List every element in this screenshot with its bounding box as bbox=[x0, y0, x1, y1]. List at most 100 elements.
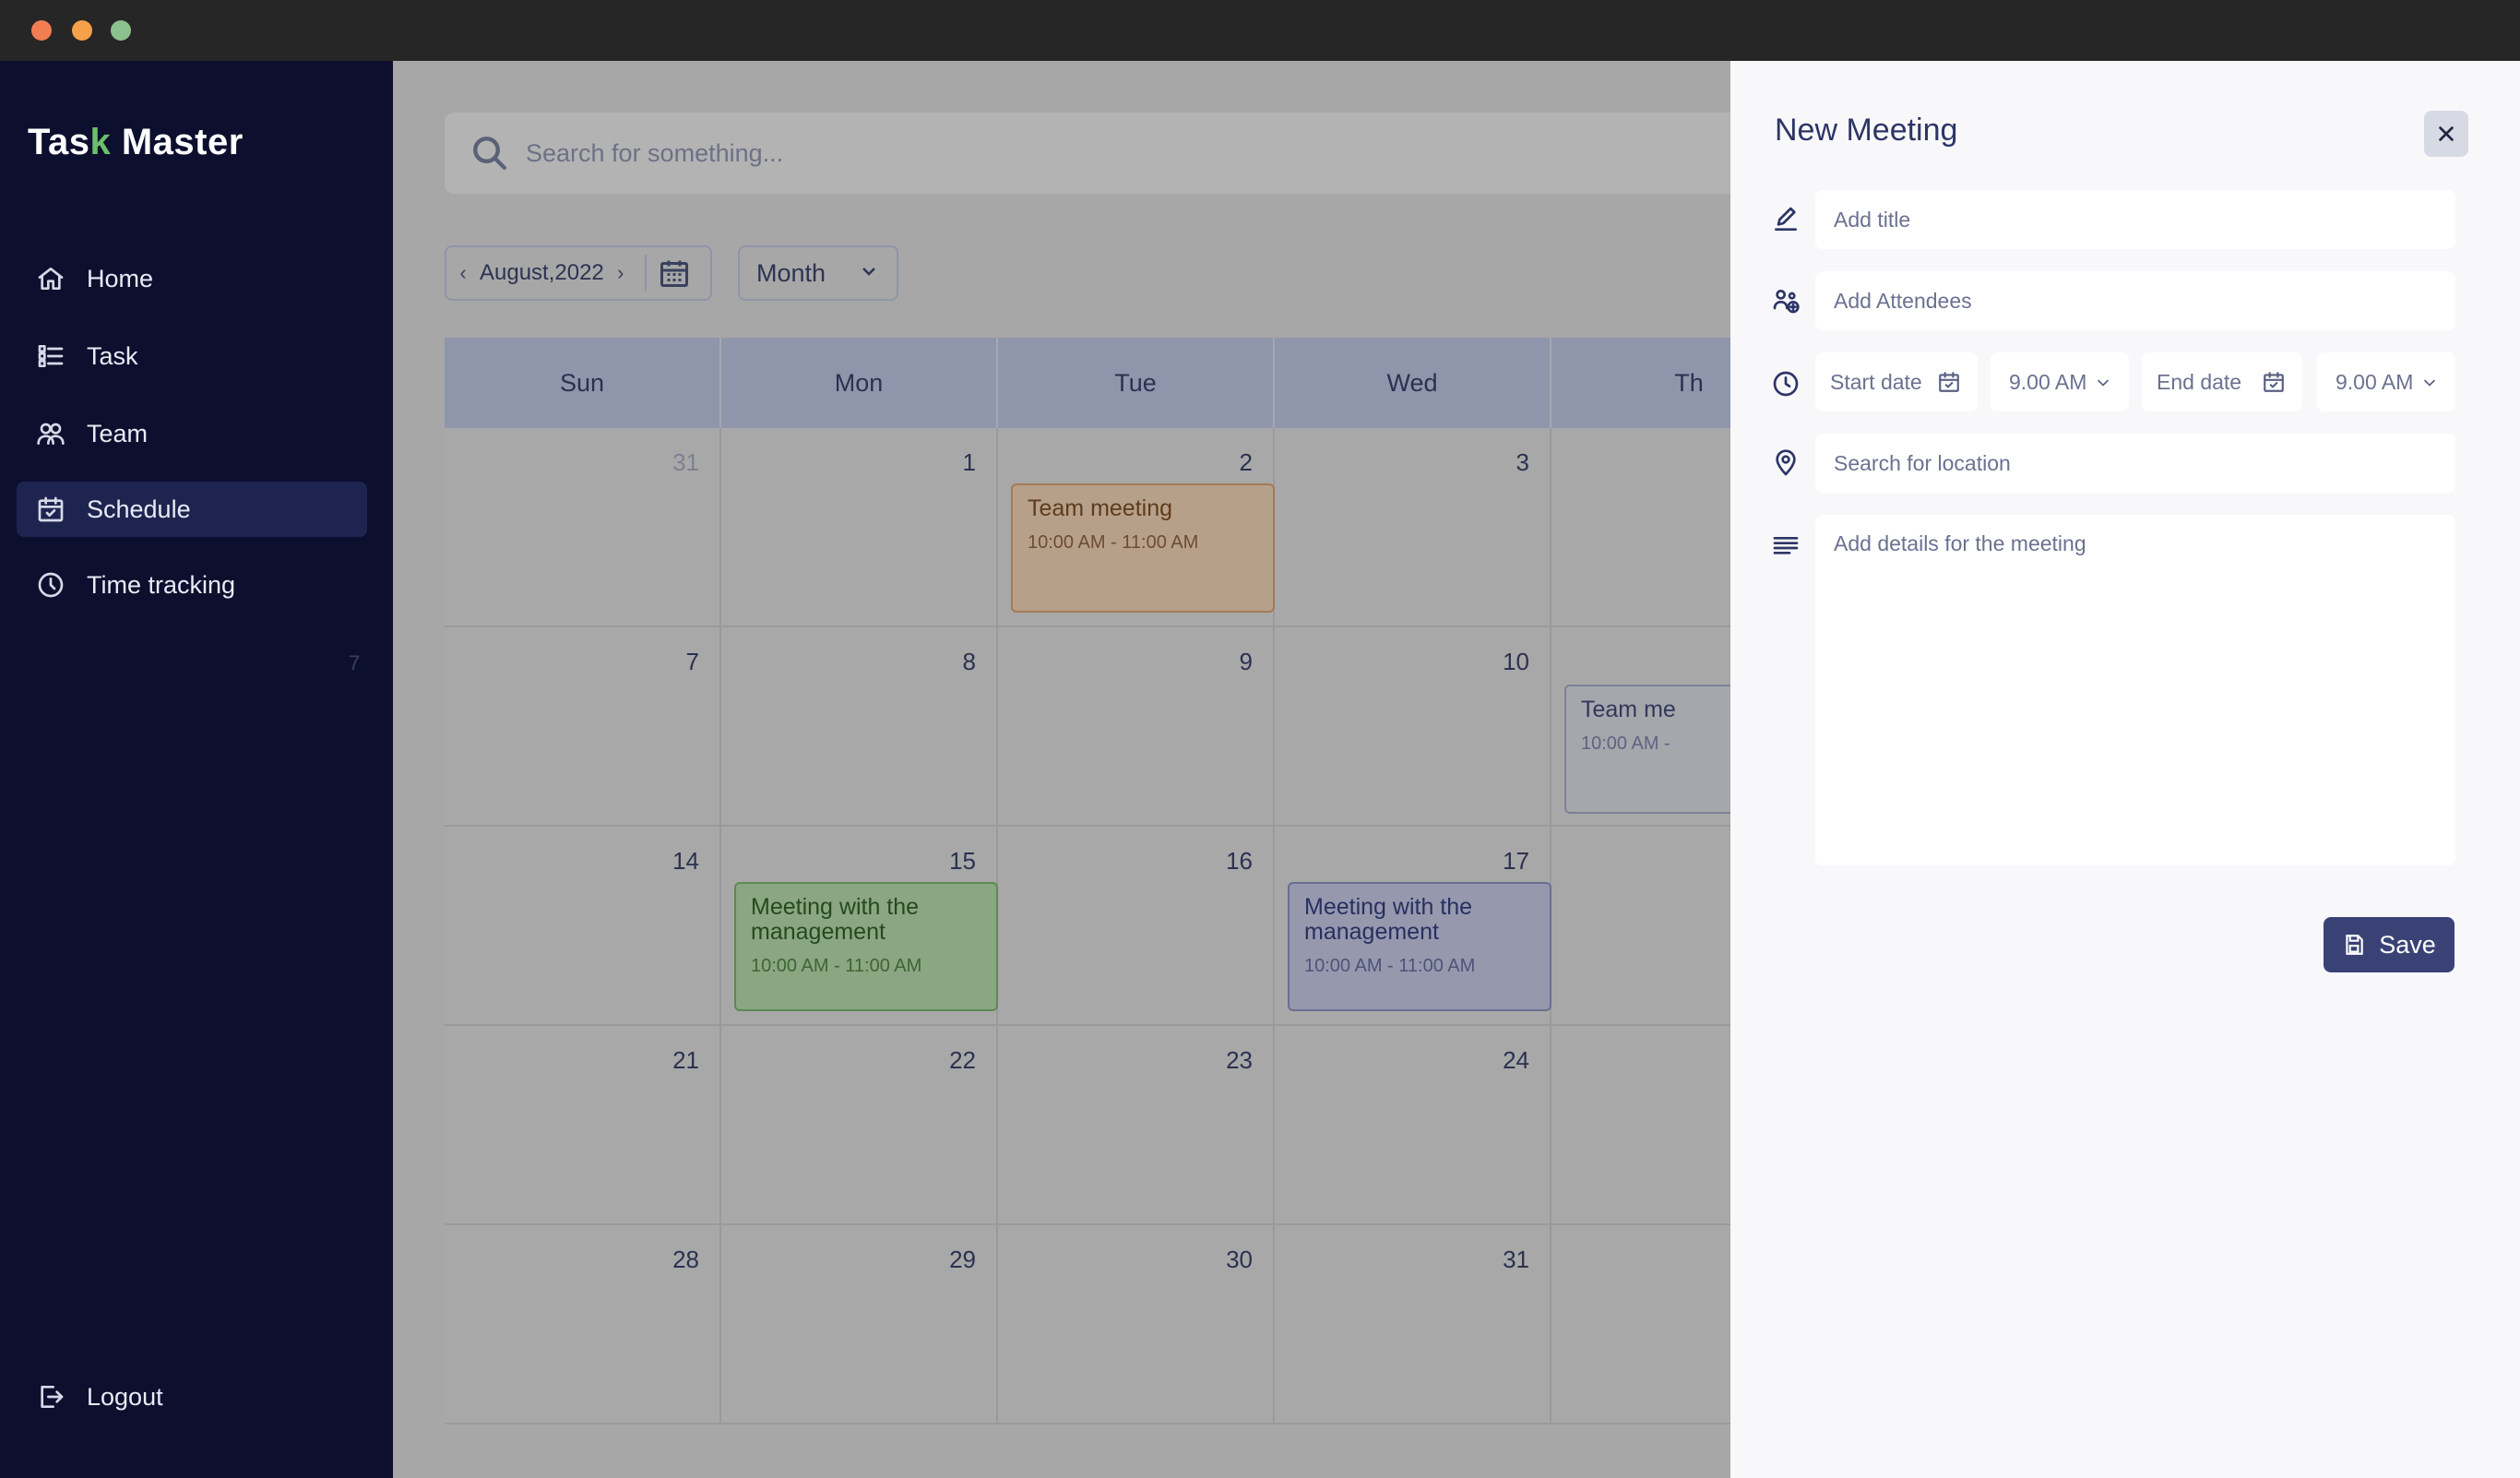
day-number: 14 bbox=[672, 847, 699, 875]
start-date-placeholder: Start date bbox=[1830, 369, 1922, 394]
calendar-grid: Sun Mon Tue Wed Th 31 1 2 Team meeting 1… bbox=[445, 338, 1730, 1424]
calendar-day[interactable]: 28 bbox=[445, 1225, 721, 1423]
close-icon bbox=[2439, 126, 2454, 141]
close-window-dot[interactable] bbox=[31, 20, 52, 41]
end-time-value: 9.00 AM bbox=[2336, 369, 2414, 394]
prev-month-button[interactable]: ‹ bbox=[446, 261, 480, 285]
save-label: Save bbox=[2379, 930, 2436, 959]
team-icon bbox=[35, 418, 66, 449]
calendar-day[interactable]: 29 bbox=[721, 1225, 998, 1423]
view-select[interactable]: Month bbox=[738, 245, 898, 301]
sidebar-item-task[interactable]: Task bbox=[17, 328, 367, 384]
calendar-day[interactable] bbox=[1551, 1026, 1730, 1223]
event-time: 10:00 AM - 11:00 AM bbox=[751, 956, 922, 976]
calendar-day[interactable]: 9 bbox=[998, 627, 1275, 825]
text-lines-icon bbox=[1771, 530, 1801, 559]
clock-icon bbox=[35, 569, 66, 601]
chevron-down-icon bbox=[858, 260, 880, 282]
start-date-field[interactable]: Start date bbox=[1815, 352, 1978, 411]
weekday-wed: Wed bbox=[1275, 338, 1551, 428]
day-number: 8 bbox=[962, 648, 976, 675]
calendar-day[interactable]: 14 bbox=[445, 827, 721, 1024]
calendar-day[interactable]: 30 bbox=[998, 1225, 1275, 1423]
calendar-body: 31 1 2 Team meeting 10:00 AM - 11:00 AM … bbox=[445, 428, 1730, 1424]
panel-title: New Meeting bbox=[1775, 113, 1958, 148]
event-team-meeting[interactable]: Team me 10:00 AM - bbox=[1564, 685, 1730, 814]
event-title: Meeting with the management bbox=[1304, 894, 1473, 945]
save-button[interactable]: Save bbox=[2324, 917, 2455, 972]
calendar-day[interactable]: 16 bbox=[998, 827, 1275, 1024]
sidebar-item-home[interactable]: Home bbox=[17, 251, 367, 306]
calendar-day[interactable]: 2 Team meeting 10:00 AM - 11:00 AM bbox=[998, 428, 1275, 626]
maximize-window-dot[interactable] bbox=[111, 20, 131, 41]
calendar-day[interactable] bbox=[1551, 1225, 1730, 1423]
calendar-day[interactable]: Team me 10:00 AM - bbox=[1551, 627, 1730, 825]
calendar-day[interactable]: 17 Meeting with the management 10:00 AM … bbox=[1275, 827, 1551, 1024]
day-number: 22 bbox=[949, 1046, 976, 1074]
day-number: 28 bbox=[672, 1246, 699, 1273]
details-textarea[interactable]: Add details for the meeting bbox=[1815, 515, 2455, 865]
calendar-day[interactable] bbox=[1551, 827, 1730, 1024]
calendar-day[interactable]: 22 bbox=[721, 1026, 998, 1223]
next-month-button[interactable]: › bbox=[604, 261, 637, 285]
sidebar-item-label: Schedule bbox=[87, 495, 191, 523]
day-number: 7 bbox=[685, 648, 699, 675]
calendar-day[interactable]: 31 bbox=[445, 428, 721, 626]
event-time: 10:00 AM - 11:00 AM bbox=[1304, 956, 1476, 976]
attendees-input[interactable]: Add Attendees bbox=[1815, 271, 2455, 330]
sidebar-item-team[interactable]: Team bbox=[17, 406, 367, 461]
add-attendee-icon bbox=[1771, 286, 1801, 316]
calendar-day[interactable]: 1 bbox=[721, 428, 998, 626]
day-number: 1 bbox=[962, 448, 976, 476]
sidebar-item-label: Home bbox=[87, 264, 154, 292]
calendar-day[interactable]: 23 bbox=[998, 1026, 1275, 1223]
calendar-day[interactable] bbox=[1551, 428, 1730, 626]
end-time-select[interactable]: 9.00 AM bbox=[2317, 352, 2455, 411]
weekday-thu: Th bbox=[1551, 338, 1730, 428]
day-number: 16 bbox=[1226, 847, 1253, 875]
meeting-title-input[interactable]: Add title bbox=[1815, 190, 2455, 249]
day-number: 21 bbox=[672, 1046, 699, 1074]
calendar-week: 7 8 9 10 Team me 10:00 AM - bbox=[445, 627, 1730, 827]
day-number: 15 bbox=[949, 847, 976, 875]
end-date-placeholder: End date bbox=[2157, 369, 2242, 394]
main-content: Search for something... ‹ August,2022 › … bbox=[393, 61, 1730, 1478]
calendar-icon bbox=[1937, 370, 1961, 394]
sidebar-item-time-tracking[interactable]: Time tracking bbox=[17, 557, 367, 613]
attendees-placeholder: Add Attendees bbox=[1834, 288, 1972, 313]
event-management-meeting[interactable]: Meeting with the management 10:00 AM - 1… bbox=[734, 882, 998, 1011]
calendar-day[interactable]: 10 bbox=[1275, 627, 1551, 825]
day-number: 29 bbox=[949, 1246, 976, 1273]
month-navigator: ‹ August,2022 › bbox=[445, 245, 712, 301]
calendar-day[interactable]: 31 bbox=[1275, 1225, 1551, 1423]
meeting-title-placeholder: Add title bbox=[1834, 207, 1911, 232]
search-bar[interactable]: Search for something... bbox=[445, 113, 1730, 194]
calendar-day[interactable]: 15 Meeting with the management 10:00 AM … bbox=[721, 827, 998, 1024]
sidebar-item-schedule[interactable]: Schedule bbox=[17, 482, 367, 537]
weekday-mon: Mon bbox=[721, 338, 998, 428]
sidebar-number: 7 bbox=[349, 651, 361, 674]
calendar-day[interactable]: 24 bbox=[1275, 1026, 1551, 1223]
event-team-meeting[interactable]: Team meeting 10:00 AM - 11:00 AM bbox=[1011, 483, 1275, 613]
calendar-day[interactable]: 8 bbox=[721, 627, 998, 825]
close-panel-button[interactable] bbox=[2424, 111, 2468, 157]
start-time-select[interactable]: 9.00 AM bbox=[1991, 352, 2129, 411]
chevron-down-icon bbox=[2420, 373, 2439, 391]
pencil-icon bbox=[1771, 205, 1801, 234]
clock-icon bbox=[1771, 369, 1801, 399]
sidebar: Task Master Home Task Team Schedule Time… bbox=[0, 61, 393, 1478]
end-date-field[interactable]: End date bbox=[2142, 352, 2302, 411]
chevron-down-icon bbox=[2094, 373, 2112, 391]
task-list-icon bbox=[35, 340, 66, 372]
location-input[interactable]: Search for location bbox=[1815, 434, 2455, 493]
calendar-day[interactable]: 7 bbox=[445, 627, 721, 825]
minimize-window-dot[interactable] bbox=[72, 20, 92, 41]
logout-button[interactable]: Logout bbox=[17, 1369, 367, 1424]
calendar-day[interactable]: 21 bbox=[445, 1026, 721, 1223]
event-time: 10:00 AM - 11:00 AM bbox=[1028, 532, 1199, 553]
calendar-day[interactable]: 3 bbox=[1275, 428, 1551, 626]
logout-label: Logout bbox=[87, 1382, 163, 1411]
search-input[interactable]: Search for something... bbox=[526, 139, 783, 168]
calendar-picker-icon[interactable] bbox=[658, 256, 691, 290]
event-management-meeting[interactable]: Meeting with the management 10:00 AM - 1… bbox=[1288, 882, 1551, 1011]
